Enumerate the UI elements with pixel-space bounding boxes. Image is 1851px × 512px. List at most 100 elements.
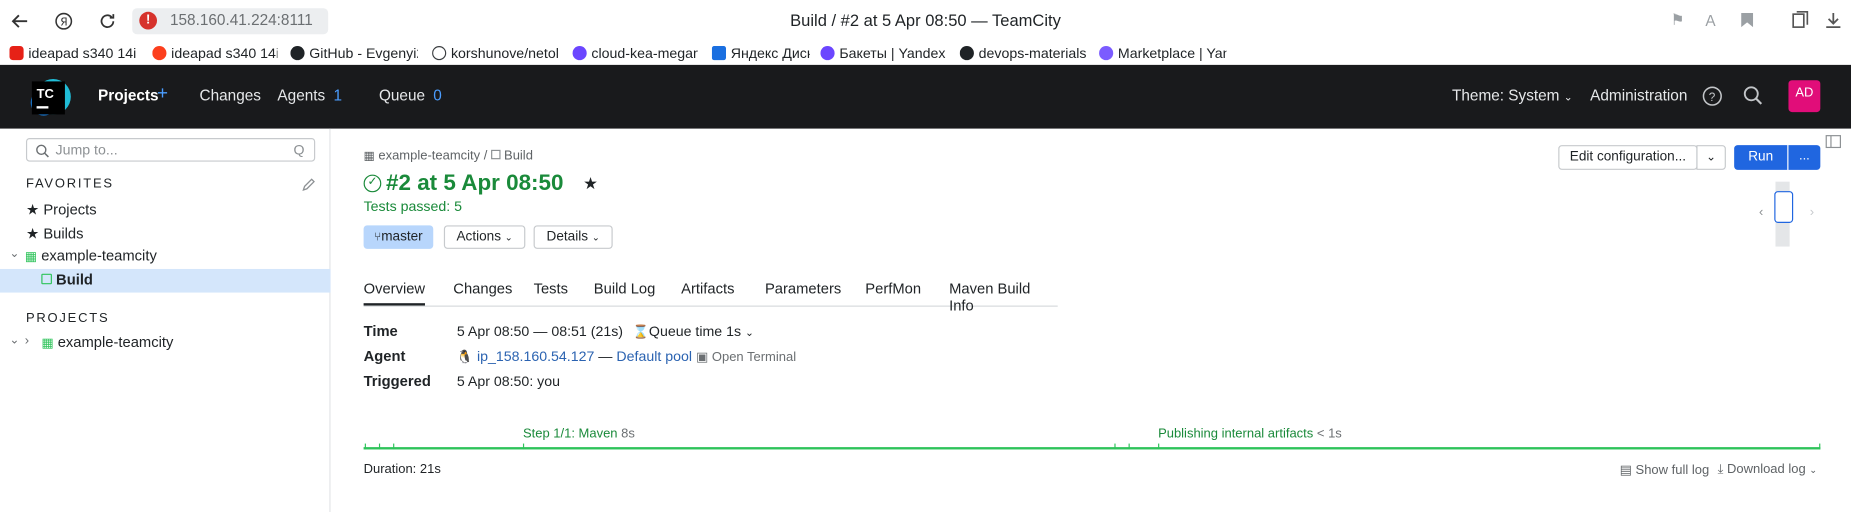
next-build-chevron-icon[interactable]: ›	[1810, 205, 1814, 219]
project-example-teamcity[interactable]: ▦ example-teamcity	[41, 334, 173, 351]
details-button[interactable]: Details ⌄	[533, 225, 613, 249]
reload-icon[interactable]	[96, 9, 120, 33]
favorite-build-config[interactable]: Build	[41, 271, 93, 288]
collections-icon[interactable]	[1791, 10, 1810, 30]
favorite-projects[interactable]: ★ Projects	[26, 201, 97, 219]
marketplace-icon	[1099, 46, 1114, 61]
nav-projects[interactable]: Projects	[98, 86, 159, 104]
bookmark-item[interactable]: devops-materials/	[959, 44, 1086, 63]
bookmark-item[interactable]: ideapad s340 14iil	[9, 44, 137, 63]
chevron-down-icon[interactable]: ⌄	[9, 248, 19, 261]
breadcrumb-separator: /	[483, 148, 488, 163]
log-icon: ▤	[1619, 463, 1632, 478]
breadcrumb-build[interactable]: Build	[504, 149, 533, 163]
tab-tests[interactable]: Tests	[534, 281, 568, 298]
help-icon[interactable]: ?	[1702, 86, 1722, 112]
project-grid-icon: ▦	[24, 250, 38, 265]
bookmark-item[interactable]: Яндекс Диск	[711, 44, 810, 63]
svg-text:?: ?	[1709, 90, 1716, 104]
jump-to-search[interactable]: Jump to... Q	[25, 138, 316, 164]
chevron-down-icon: ⌄	[504, 232, 513, 244]
tests-passed[interactable]: Tests passed: 5	[364, 198, 462, 215]
show-full-log-link[interactable]: ▤ Show full log	[1619, 462, 1710, 478]
teamcity-logo[interactable]: TC	[26, 74, 76, 121]
add-project-icon[interactable]: +	[157, 84, 168, 105]
edit-configuration-button[interactable]: Edit configuration...	[1558, 145, 1698, 170]
search-icon[interactable]	[1742, 85, 1763, 112]
translate-icon[interactable]: ⚑	[1668, 11, 1687, 30]
nav-changes[interactable]: Changes	[200, 86, 261, 104]
download-icon: ⤓	[1717, 462, 1724, 477]
youtube-icon	[9, 46, 24, 61]
address-bar[interactable]: ! 158.160.41.224:8111	[132, 8, 329, 35]
yandex-browser-icon[interactable]: Я	[52, 9, 76, 33]
chevron-down-icon[interactable]: ⌄	[9, 334, 19, 347]
tab-parameters[interactable]: Parameters	[765, 281, 841, 298]
edit-pencil-icon[interactable]	[302, 176, 316, 197]
svg-text:Я: Я	[60, 15, 67, 28]
triggered-value: 5 Apr 08:50: you	[456, 372, 561, 390]
chevron-down-icon: ⌄	[1563, 90, 1573, 103]
actions-button[interactable]: Actions ⌄	[443, 225, 526, 249]
tab-artifacts[interactable]: Artifacts	[681, 281, 734, 298]
search-shortcut: Q	[293, 141, 305, 159]
chevron-down-icon: ⌄	[1706, 151, 1717, 164]
nav-agents[interactable]: Agents 1	[277, 86, 342, 104]
tab-overview[interactable]: Overview	[363, 281, 426, 306]
bookmark-item[interactable]: ideapad s340 14iil	[152, 44, 277, 63]
build-history-current[interactable]	[1774, 191, 1794, 223]
open-terminal-button[interactable]: ▣ Open Terminal	[696, 350, 796, 364]
nav-administration[interactable]: Administration	[1590, 86, 1687, 104]
duration: Duration: 21s	[363, 462, 441, 477]
insecure-warning-icon[interactable]: !	[139, 11, 158, 30]
avatar[interactable]: AD	[1788, 80, 1821, 113]
branch-badge[interactable]: ⑂master	[363, 225, 434, 249]
timeline-tick	[378, 443, 381, 450]
search-placeholder: Jump to...	[55, 141, 118, 159]
tab-build-log[interactable]: Build Log	[594, 281, 656, 298]
tab-changes[interactable]: Changes	[453, 281, 512, 298]
edit-configuration-dropdown[interactable]: ⌄	[1696, 145, 1726, 170]
download-icon[interactable]	[1824, 11, 1843, 30]
step-publishing-label[interactable]: Publishing internal artifacts < 1s	[1158, 427, 1342, 441]
build-timeline[interactable]	[363, 447, 1821, 450]
theme-selector[interactable]: Theme: System ⌄	[1452, 86, 1573, 104]
favorite-project-example-teamcity[interactable]: ▦ example-teamcity	[25, 248, 157, 265]
breadcrumb-project[interactable]: example-teamcity	[378, 149, 480, 163]
bookmark-item[interactable]: Бакеты | Yandex C	[820, 44, 947, 63]
search-icon	[35, 143, 49, 164]
chevron-down-icon: ⌄	[1809, 464, 1818, 476]
agent-link[interactable]: ip_158.160.54.127	[477, 348, 594, 365]
github-icon	[290, 46, 305, 61]
step-maven-label[interactable]: Step 1/1: Maven 8s	[523, 427, 635, 441]
back-arrow-icon[interactable]	[8, 9, 32, 33]
favorite-builds[interactable]: ★ Builds	[26, 224, 84, 242]
site-icon	[432, 46, 447, 61]
bookmark-icon[interactable]	[1738, 11, 1757, 30]
bookmark-item[interactable]: Marketplace | Yan	[1099, 44, 1227, 63]
sidebar: Jump to... Q FAVORITES ★ Projects ★ Buil…	[0, 128, 331, 512]
queue-time[interactable]: ⌛Queue time 1s ⌄	[633, 323, 754, 340]
yandex-icon	[152, 46, 167, 61]
run-button[interactable]: Run	[1734, 145, 1788, 170]
bookmark-item[interactable]: korshunove/netolo	[432, 44, 558, 63]
tab-maven-build-info[interactable]: Maven Build Info	[949, 281, 1058, 314]
build-title: #2 at 5 Apr 08:50	[386, 171, 564, 196]
yandex-cloud-icon	[820, 46, 835, 61]
bookmark-item[interactable]: GitHub - Evgenyi20	[290, 44, 418, 63]
nav-queue[interactable]: Queue 0	[379, 86, 442, 104]
time-label: Time	[363, 323, 398, 340]
download-log-link[interactable]: ⤓ Download log ⌄	[1718, 462, 1818, 477]
build-config-icon	[41, 273, 52, 285]
favorite-star-icon[interactable]: ★	[583, 173, 598, 193]
tab-perfmon[interactable]: PerfMon	[865, 281, 921, 298]
run-options-button[interactable]: ...	[1788, 145, 1821, 170]
reader-icon[interactable]: A	[1701, 11, 1720, 30]
linux-icon: 🐧	[456, 350, 474, 365]
agent-pool-link[interactable]: Default pool	[616, 348, 692, 365]
chevron-right-icon[interactable]: ›	[25, 334, 29, 348]
prev-build-chevron-icon[interactable]: ‹	[1759, 205, 1763, 219]
sidebar-toggle-icon[interactable]	[1825, 133, 1842, 149]
project-grid-icon: ▦	[363, 149, 375, 163]
bookmark-item[interactable]: cloud-kea-megam	[572, 44, 698, 63]
